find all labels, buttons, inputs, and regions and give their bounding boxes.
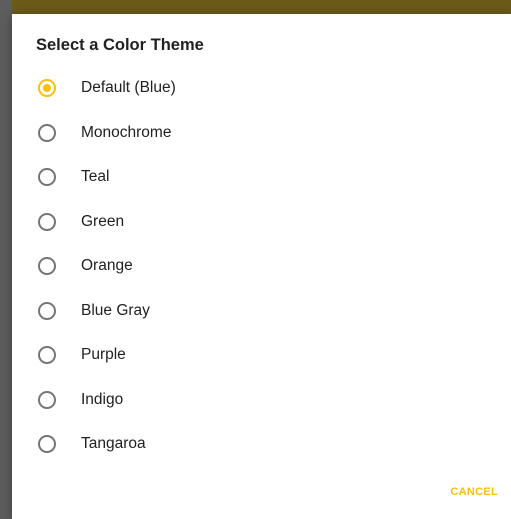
radio-unchecked-icon[interactable] — [38, 346, 56, 365]
theme-option-label: Default (Blue) — [81, 79, 176, 97]
radio-unchecked-icon[interactable] — [38, 390, 56, 409]
theme-option-purple[interactable]: Purple — [12, 333, 511, 378]
radio-unchecked-icon[interactable] — [38, 168, 56, 187]
theme-option-label: Teal — [81, 168, 110, 186]
theme-option-tangaroa[interactable]: Tangaroa — [12, 422, 511, 467]
theme-option-label: Indigo — [81, 390, 124, 408]
theme-option-label: Blue Gray — [81, 301, 150, 319]
theme-options-list: Default (Blue) Monochrome Teal Green Ora… — [12, 66, 511, 467]
theme-option-monochrome[interactable]: Monochrome — [12, 111, 511, 156]
app-bar-background — [0, 0, 511, 14]
theme-option-green[interactable]: Green — [12, 200, 511, 245]
theme-option-label: Orange — [81, 257, 133, 275]
theme-option-blue-gray[interactable]: Blue Gray — [12, 289, 511, 334]
radio-unchecked-icon[interactable] — [38, 123, 56, 142]
background-content — [0, 0, 12, 519]
theme-option-label: Green — [81, 212, 125, 230]
theme-option-teal[interactable]: Teal — [12, 155, 511, 200]
radio-unchecked-icon[interactable] — [38, 435, 56, 454]
dialog-title: Select a Color Theme — [36, 36, 204, 54]
theme-option-label: Monochrome — [81, 123, 172, 141]
theme-option-label: Tangaroa — [81, 435, 146, 453]
theme-option-indigo[interactable]: Indigo — [12, 378, 511, 423]
color-theme-dialog: Select a Color Theme Default (Blue) Mono… — [12, 14, 511, 519]
theme-option-default-blue[interactable]: Default (Blue) — [12, 66, 511, 111]
radio-unchecked-icon[interactable] — [38, 212, 56, 231]
radio-dot — [43, 84, 51, 93]
theme-option-orange[interactable]: Orange — [12, 244, 511, 289]
radio-unchecked-icon[interactable] — [38, 301, 56, 320]
cancel-button[interactable]: CANCEL — [450, 484, 498, 500]
theme-option-label: Purple — [81, 346, 126, 364]
radio-unchecked-icon[interactable] — [38, 257, 56, 276]
radio-checked-icon[interactable] — [38, 79, 56, 98]
